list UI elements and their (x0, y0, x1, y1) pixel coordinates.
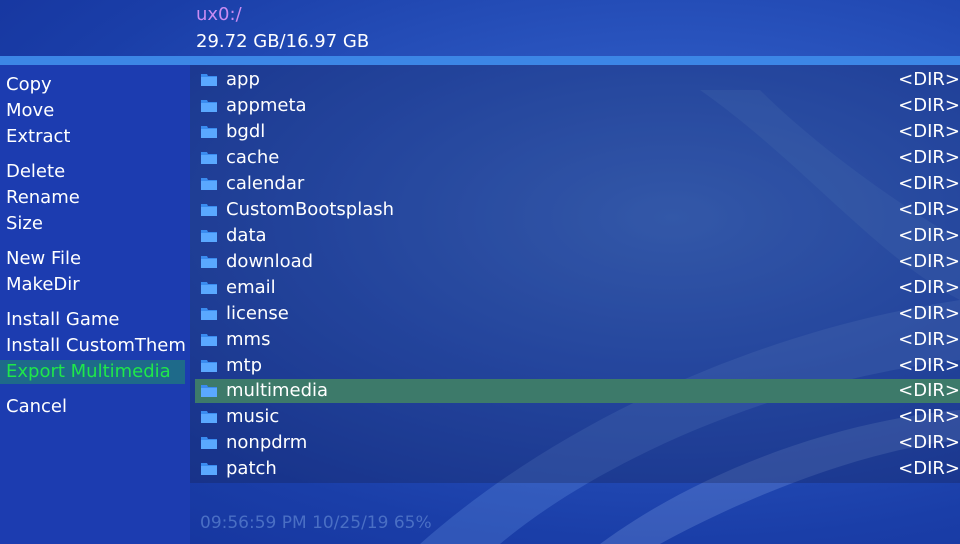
current-path: ux0:/ (196, 4, 242, 25)
file-type: <DIR> (898, 458, 960, 479)
file-type: <DIR> (898, 173, 960, 194)
folder-icon (201, 256, 217, 268)
file-type: <DIR> (898, 432, 960, 453)
file-row[interactable]: email <DIR> (195, 276, 960, 300)
file-row[interactable]: music <DIR> (195, 405, 960, 429)
menu-item-rename[interactable]: Rename (0, 186, 185, 210)
file-name: app (226, 69, 260, 90)
file-type: <DIR> (898, 380, 960, 401)
menu-footer (0, 483, 190, 544)
file-name: CustomBootsplash (226, 199, 395, 220)
file-name: calendar (226, 173, 305, 194)
file-list: app <DIR> appmeta <DIR> bgdl <DIR> cache… (190, 65, 960, 483)
folder-icon (201, 282, 217, 294)
menu-item-copy[interactable]: Copy (0, 73, 185, 97)
file-name: email (226, 277, 276, 298)
folder-icon (201, 360, 217, 372)
file-row[interactable]: patch <DIR> (195, 457, 960, 481)
file-row[interactable]: mms <DIR> (195, 328, 960, 352)
file-name: license (226, 303, 289, 324)
file-type: <DIR> (898, 406, 960, 427)
menu-item-install-customtheme[interactable]: Install CustomTheme (0, 334, 185, 358)
file-type: <DIR> (898, 69, 960, 90)
menu-item-size[interactable]: Size (0, 212, 185, 236)
menu-item-delete[interactable]: Delete (0, 160, 185, 184)
folder-icon (201, 230, 217, 242)
menu-item-export-multimedia[interactable]: Export Multimedia (0, 360, 185, 384)
file-name: cache (226, 147, 280, 168)
file-row[interactable]: license <DIR> (195, 302, 960, 326)
menu-item-extract[interactable]: Extract (0, 125, 185, 149)
file-name: multimedia (226, 380, 329, 401)
file-row[interactable]: download <DIR> (195, 250, 960, 274)
file-type: <DIR> (898, 95, 960, 116)
file-row[interactable]: nonpdrm <DIR> (195, 431, 960, 455)
status-datetime-battery: 09:56:59 PM 10/25/19 65% (200, 513, 432, 533)
folder-icon (201, 411, 217, 423)
header-divider (0, 56, 960, 65)
file-row[interactable]: bgdl <DIR> (195, 120, 960, 144)
file-name: patch (226, 458, 277, 479)
folder-icon (201, 385, 217, 397)
file-type: <DIR> (898, 251, 960, 272)
file-type: <DIR> (898, 121, 960, 142)
menu-item-move[interactable]: Move (0, 99, 185, 123)
folder-icon (201, 334, 217, 346)
context-menu: Copy Move Extract Delete Rename Size New… (0, 65, 190, 483)
file-row[interactable]: mtp <DIR> (195, 354, 960, 378)
folder-icon (201, 126, 217, 138)
file-row[interactable]: app <DIR> (195, 68, 960, 92)
file-row-selected[interactable]: multimedia <DIR> (195, 379, 960, 403)
storage-info: 29.72 GB/16.97 GB (196, 31, 370, 52)
folder-icon (201, 178, 217, 190)
file-name: nonpdrm (226, 432, 308, 453)
file-type: <DIR> (898, 225, 960, 246)
file-name: data (226, 225, 267, 246)
status-bar: 09:56:59 PM 10/25/19 65% (190, 483, 960, 544)
file-type: <DIR> (898, 355, 960, 376)
file-type: <DIR> (898, 147, 960, 168)
menu-item-install-game[interactable]: Install Game (0, 308, 185, 332)
file-name: mtp (226, 355, 263, 376)
folder-icon (201, 308, 217, 320)
folder-icon (201, 204, 217, 216)
folder-icon (201, 463, 217, 475)
header: ux0:/ 29.72 GB/16.97 GB (190, 0, 960, 56)
folder-icon (201, 152, 217, 164)
folder-icon (201, 100, 217, 112)
file-type: <DIR> (898, 329, 960, 350)
file-name: download (226, 251, 314, 272)
file-type: <DIR> (898, 277, 960, 298)
file-name: mms (226, 329, 271, 350)
menu-item-cancel[interactable]: Cancel (0, 395, 185, 419)
file-name: appmeta (226, 95, 307, 116)
file-row[interactable]: calendar <DIR> (195, 172, 960, 196)
file-name: music (226, 406, 280, 427)
file-row[interactable]: data <DIR> (195, 224, 960, 248)
menu-item-new-file[interactable]: New File (0, 247, 185, 271)
file-type: <DIR> (898, 199, 960, 220)
file-row[interactable]: cache <DIR> (195, 146, 960, 170)
menu-item-makedir[interactable]: MakeDir (0, 273, 185, 297)
folder-icon (201, 74, 217, 86)
file-row[interactable]: CustomBootsplash <DIR> (195, 198, 960, 222)
file-name: bgdl (226, 121, 266, 142)
file-type: <DIR> (898, 303, 960, 324)
folder-icon (201, 437, 217, 449)
file-row[interactable]: appmeta <DIR> (195, 94, 960, 118)
